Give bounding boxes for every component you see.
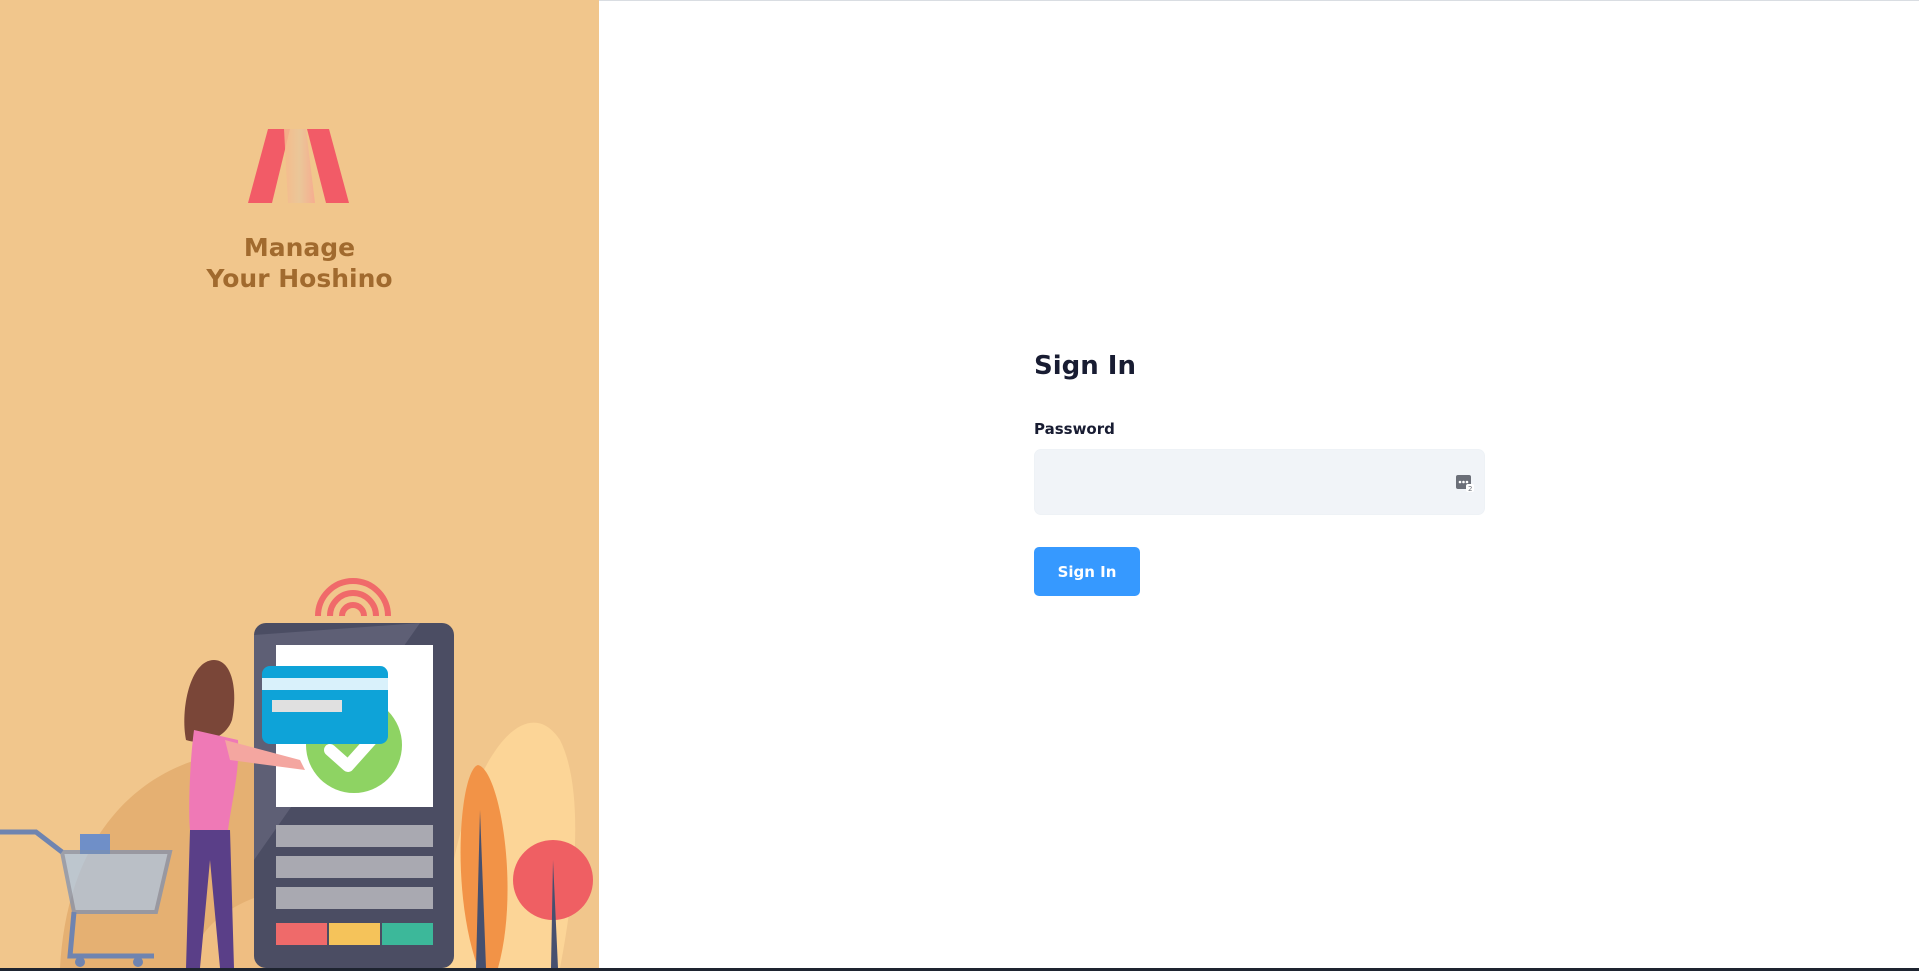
page-title: Sign In — [1034, 351, 1136, 381]
signin-button[interactable]: Sign In — [1034, 547, 1140, 596]
brand-aside: Manage Your Hoshino — [0, 0, 599, 968]
password-label: Password — [1034, 420, 1115, 438]
svg-text:2: 2 — [1468, 485, 1472, 492]
password-input[interactable] — [1035, 450, 1484, 514]
kiosk-illustration — [0, 578, 593, 968]
signal-icon — [315, 578, 391, 617]
brand-title-line1: Manage — [243, 233, 356, 262]
password-field-container: 2 — [1034, 449, 1485, 515]
brand-logo-icon — [248, 129, 349, 203]
brand-title: Manage Your Hoshino — [0, 232, 599, 294]
brand-title-line2: Your Hoshino — [206, 264, 393, 293]
signin-form: Sign In Password 2 Sign In — [1034, 349, 1485, 596]
password-manager-icon[interactable]: 2 — [1455, 473, 1474, 492]
